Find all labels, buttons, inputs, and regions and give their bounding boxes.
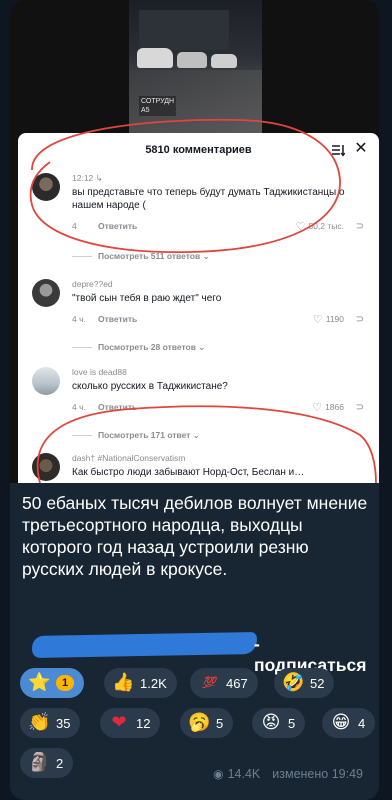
reaction-moai[interactable]: 🗿 2	[20, 748, 74, 778]
heart-icon: ♡	[295, 220, 306, 233]
eye-icon: ◉	[213, 767, 224, 781]
rofl-icon: 🤣	[282, 672, 305, 693]
reaction-rofl[interactable]: 🤣 52	[274, 668, 335, 698]
avatar[interactable]	[32, 367, 60, 395]
reaction-thumbs-up[interactable]: 👍 1.2K	[104, 668, 177, 698]
hundred-icon: 💯	[202, 677, 216, 689]
reaction-count: 4	[358, 715, 366, 731]
reaction-grin[interactable]: 😁 4	[322, 708, 376, 738]
comments-sheet: 5810 комментариев ✕ 12:12 ↳ вы представь…	[18, 133, 379, 483]
heart-icon: ♡	[312, 401, 323, 414]
heart-icon: ❤	[111, 712, 127, 733]
comment-text: Как быстро люди забывают Норд-Ост, Бесла…	[72, 467, 305, 478]
view-replies-link[interactable]: Посмотреть 511 ответов ⌄	[72, 251, 210, 262]
avatar[interactable]	[32, 279, 60, 307]
car	[177, 52, 207, 68]
message-bubble: СОТРУДН А5 5810 комментариев ✕ 12:12 ↳ в…	[10, 0, 379, 800]
dislike-icon[interactable]: ⊃	[354, 221, 366, 232]
reaction-count: 12	[136, 715, 151, 731]
view-replies-link[interactable]: Посмотреть 171 ответ ⌄	[72, 430, 200, 441]
comment-username[interactable]: love is dead88	[72, 367, 366, 378]
reply-button[interactable]: Ответить	[98, 402, 137, 412]
reaction-count: 35	[56, 715, 71, 731]
reaction-hundred[interactable]: 💯 467	[190, 668, 258, 698]
reaction-yawn[interactable]: 🥱 5	[180, 708, 234, 738]
reply-button[interactable]: Ответить	[98, 314, 137, 324]
video-frame: СОТРУДН А5	[129, 0, 262, 135]
dislike-icon[interactable]: ⊃	[354, 402, 366, 413]
video-overlay-text: СОТРУДН А5	[139, 96, 177, 116]
reaction-count: 2	[56, 755, 64, 771]
thumbs-up-icon: 👍	[112, 672, 135, 693]
clap-icon: 👏	[28, 712, 51, 733]
comment-time: 4 ч.	[72, 314, 86, 324]
like-count: 50,2 тыс.	[308, 221, 344, 231]
reaction-heart[interactable]: ❤ 12	[100, 708, 161, 738]
comment-time: 4 ч.	[72, 402, 86, 412]
star-icon: ⭐	[28, 672, 51, 693]
car	[211, 54, 237, 68]
comment-username[interactable]: depre??ed	[72, 279, 366, 290]
message-text: 50 ебаных тысяч дебилов волнует мнение т…	[22, 493, 368, 579]
reaction-clap[interactable]: 👏 35	[20, 708, 81, 738]
view-replies-link[interactable]: Посмотреть 28 ответов ⌄	[72, 342, 205, 353]
reaction-count: 5	[288, 715, 296, 731]
reaction-count: 1.2K	[140, 675, 167, 691]
message-footer: ◉ 14.4K изменено 19:49	[213, 767, 363, 781]
car	[137, 48, 173, 68]
reaction-count: 1	[56, 675, 75, 691]
screenshot-image[interactable]: СОТРУДН А5 5810 комментариев ✕ 12:12 ↳ в…	[10, 0, 379, 483]
reaction-angry[interactable]: 😡 5	[252, 708, 306, 738]
avatar[interactable]	[32, 453, 60, 481]
heart-icon: ♡	[312, 313, 323, 326]
comment-time-user: 12:12 ↳	[72, 173, 103, 183]
comment-username[interactable]: dash† #NationalConservatism	[72, 453, 366, 464]
sort-filter-icon[interactable]	[331, 143, 345, 157]
grin-icon: 😁	[331, 712, 351, 733]
reaction-count: 52	[310, 675, 325, 691]
like-button[interactable]: ♡ 1866	[312, 401, 344, 414]
moai-icon: 🗿	[28, 752, 51, 773]
yawn-icon: 🥱	[188, 712, 211, 733]
dislike-icon[interactable]: ⊃	[354, 314, 366, 325]
like-button[interactable]: ♡ 50,2 тыс.	[296, 220, 344, 233]
like-button[interactable]: ♡ 1190	[313, 313, 344, 326]
view-count: 14.4K	[227, 767, 261, 781]
comment-text: сколько русских в Таджикистане?	[72, 381, 228, 392]
angry-icon: 😡	[261, 712, 281, 733]
reaction-star[interactable]: ⭐ 1	[20, 668, 85, 698]
subscribe-row: - подписаться	[22, 632, 372, 675]
redacted-link-scribble	[31, 632, 258, 658]
comment-time: 4	[72, 221, 77, 231]
edited-time: изменено 19:49	[272, 767, 363, 781]
reaction-count: 5	[216, 715, 224, 731]
like-count: 1866	[325, 402, 344, 412]
comments-count-title: 5810 комментариев	[145, 144, 252, 156]
avatar[interactable]	[32, 173, 60, 201]
reply-button[interactable]: Ответить	[98, 221, 137, 231]
comment-text: "твой сын тебя в раю ждет" чего	[72, 293, 222, 304]
close-icon[interactable]: ✕	[353, 141, 369, 157]
comment-text: вы представьте что теперь будут думать Т…	[72, 187, 345, 211]
reaction-count: 467	[226, 675, 248, 691]
comments-header: 5810 комментариев ✕	[18, 133, 379, 167]
like-count: 1190	[325, 314, 344, 324]
